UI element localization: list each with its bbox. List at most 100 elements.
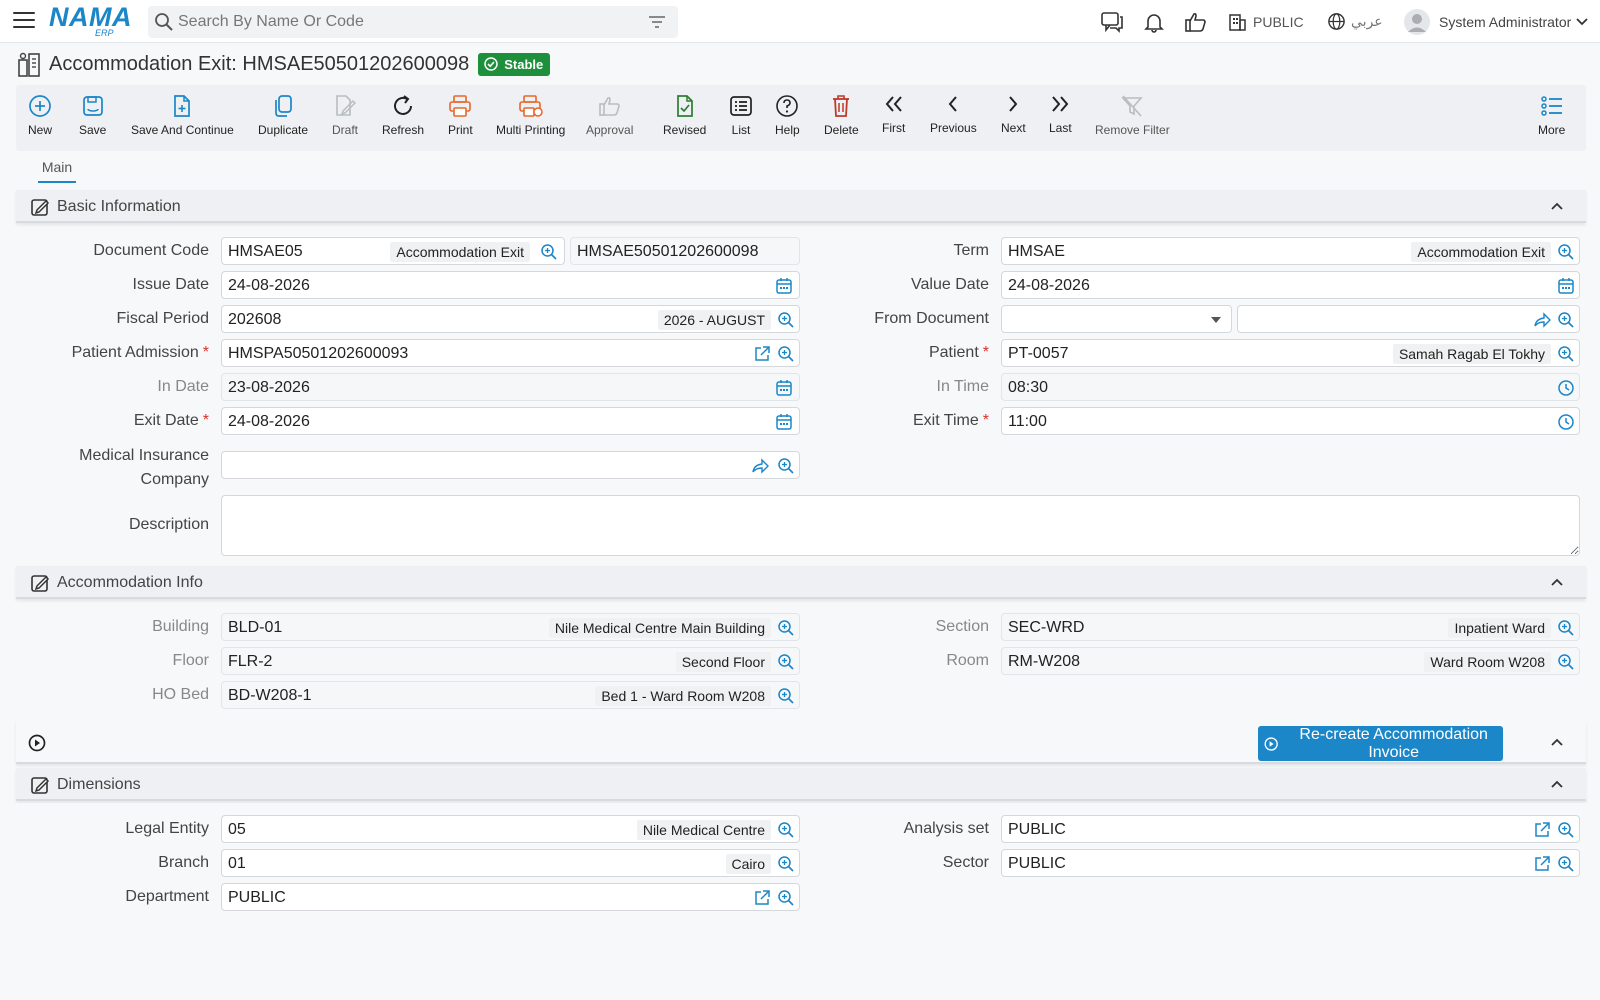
previous-button[interactable]: Previous [930,91,977,135]
thumbs-up-icon[interactable] [1184,0,1208,43]
draft-label: Draft [332,123,359,137]
double-chevron-right-icon [1052,96,1069,112]
dimensions-header[interactable]: Dimensions [16,768,1586,801]
lookup-icon[interactable] [1557,243,1575,261]
lookup-icon[interactable] [540,243,558,261]
edit-icon [31,575,50,592]
logo-text: NAMA [49,2,132,32]
save-button[interactable]: Save [79,93,106,137]
lookup-icon[interactable] [777,821,795,839]
filter-icon[interactable] [648,15,666,29]
external-link-icon[interactable] [753,889,771,907]
lookup-icon[interactable] [1557,311,1575,329]
last-button[interactable]: Last [1049,91,1072,135]
delete-button[interactable]: Delete [824,93,859,137]
lookup-icon[interactable] [777,345,795,363]
company-selector[interactable]: PUBLIC [1227,0,1304,43]
clock-icon[interactable] [1557,413,1575,431]
branch-field[interactable]: 01 Cairo [221,849,800,877]
lookup-icon[interactable] [777,889,795,907]
legal-entity-field[interactable]: 05 Nile Medical Centre [221,815,800,843]
lookup-icon[interactable] [1557,345,1575,363]
building-description: Nile Medical Centre Main Building [548,618,771,638]
next-button[interactable]: Next [1001,91,1026,135]
chevron-up-icon[interactable] [1550,737,1564,747]
draft-button[interactable]: Draft [332,93,358,137]
search-input[interactable] [178,6,638,38]
external-link-icon[interactable] [1533,821,1551,839]
department-value: PUBLIC [228,889,286,906]
chevron-up-icon[interactable] [1550,779,1564,789]
share-icon[interactable] [1533,311,1551,329]
bell-icon[interactable] [1143,0,1165,43]
refresh-button[interactable]: Refresh [382,93,424,137]
patient-admission-value: HMSPA50501202600093 [228,345,409,362]
remove-filter-button[interactable]: Remove Filter [1095,93,1170,137]
first-button[interactable]: First [882,91,905,135]
lookup-icon[interactable] [777,457,795,475]
fiscal-period-field[interactable]: 202608 2026 - AUGUST [221,305,800,333]
calendar-icon[interactable] [1557,277,1575,295]
save-and-continue-button[interactable]: Save And Continue [131,93,234,137]
recreate-accommodation-invoice-button[interactable]: Re-create Accommodation Invoice [1258,726,1503,761]
filter-off-icon [1121,95,1144,117]
from-document-type-select[interactable] [1001,305,1232,333]
print-button[interactable]: Print [448,93,473,137]
exit-date-field[interactable]: 24-08-2026 [221,407,800,435]
medical-insurance-company-field[interactable] [221,451,800,479]
chevron-up-icon[interactable] [1550,577,1564,587]
file-plus-icon [174,95,191,117]
exit-time-field[interactable]: 11:00 [1001,407,1580,435]
exit-time-label: Exit Time * [913,412,989,430]
approval-button[interactable]: Approval [586,93,633,137]
status-badge: Stable [478,52,551,76]
revised-button[interactable]: Revised [663,93,706,137]
external-link-icon[interactable] [1533,855,1551,873]
app-logo[interactable]: NAMA ERP [49,3,132,39]
document-code-value: HMSAE05 [228,243,303,260]
basic-information-header[interactable]: Basic Information [16,190,1586,223]
department-field[interactable]: PUBLIC [221,883,800,911]
list-button[interactable]: List [729,93,753,137]
value-date-field[interactable]: 24-08-2026 [1001,271,1580,299]
multi-printing-button[interactable]: Multi Printing [496,93,565,137]
more-button[interactable]: More [1538,93,1565,137]
chat-icon[interactable] [1100,0,1124,43]
ho-bed-field: BD-W208-1 Bed 1 - Ward Room W208 [221,681,800,709]
language-selector[interactable]: عربي [1327,0,1383,43]
user-name: System Administrator [1439,13,1572,30]
issue-date-field[interactable]: 24-08-2026 [221,271,800,299]
duplicate-button[interactable]: Duplicate [258,93,308,137]
external-link-icon[interactable] [753,345,771,363]
sector-field[interactable]: PUBLIC [1001,849,1580,877]
calendar-icon[interactable] [775,413,793,431]
print-label: Print [448,123,473,137]
lookup-icon[interactable] [777,311,795,329]
document-code-field[interactable]: HMSAE05 Accommodation Exit [221,237,565,265]
patient-field[interactable]: PT-0057 Samah Ragab El Tokhy [1001,339,1580,367]
share-icon[interactable] [751,457,769,475]
branch-value: 01 [228,855,246,872]
lookup-icon[interactable] [1557,855,1575,873]
lookup-icon[interactable] [1557,821,1575,839]
description-textarea[interactable] [221,495,1580,556]
lookup-icon [1558,654,1574,670]
tab-main[interactable]: Main [38,159,76,183]
patient-admission-field[interactable]: HMSPA50501202600093 [221,339,800,367]
required-marker: * [982,344,989,361]
calendar-icon[interactable] [775,277,793,295]
from-document-field[interactable] [1237,305,1580,333]
description-label: Description [128,516,209,533]
analysis-set-field[interactable]: PUBLIC [1001,815,1580,843]
menu-icon[interactable] [13,12,35,30]
trash-icon [833,95,850,117]
legal-entity-label: Legal Entity [125,820,209,837]
accommodation-info-header[interactable]: Accommodation Info [16,566,1586,599]
new-button[interactable]: New [28,93,52,137]
user-menu[interactable]: System Administrator [1403,0,1589,43]
term-field[interactable]: HMSAE Accommodation Exit [1001,237,1580,265]
chevron-up-icon[interactable] [1550,201,1564,211]
help-button[interactable]: Help [775,93,800,137]
new-label: New [28,123,53,137]
lookup-icon[interactable] [777,855,795,873]
